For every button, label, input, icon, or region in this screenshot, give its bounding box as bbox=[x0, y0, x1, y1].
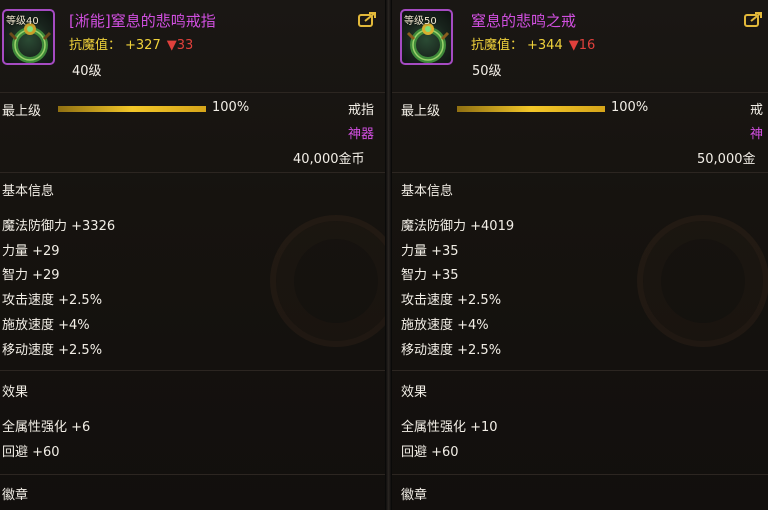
emblem-title: 徽章 bbox=[401, 488, 428, 503]
effect-title: 效果 bbox=[2, 385, 29, 400]
panel-separator bbox=[385, 0, 392, 510]
item-price: 40,000金币 bbox=[293, 152, 365, 167]
upgrade-progress-fill bbox=[457, 106, 605, 112]
item-tooltip-right: 等级50 窒息的悲鸣之戒 抗魔值： +344 ▼16 50级 最上级 100% 戒 … bbox=[392, 0, 768, 510]
stat-line: 智力 +29 bbox=[2, 268, 60, 283]
upgrade-progress-bar bbox=[58, 106, 206, 112]
stat-line: 魔法防御力 +4019 bbox=[401, 219, 515, 234]
item-rarity: 神器 bbox=[348, 127, 375, 142]
item-level: 50级 bbox=[472, 64, 502, 79]
effect-title: 效果 bbox=[401, 385, 428, 400]
max-level-label: 最上级 bbox=[401, 104, 441, 119]
background-emblem-watermark bbox=[637, 215, 768, 347]
magic-resist-value: +344 bbox=[527, 38, 563, 53]
stat-line: 移动速度 +2.5% bbox=[401, 343, 502, 358]
item-type: 戒指 bbox=[348, 103, 375, 118]
item-tooltip-left: 等级40 [淅能]窒息的悲鸣戒指 抗魔值： +327 ▼33 40级 最上级 100… bbox=[0, 0, 385, 510]
magic-resist-label: 抗魔值： bbox=[69, 38, 122, 53]
basic-info-title: 基本信息 bbox=[2, 184, 55, 199]
background-emblem-watermark bbox=[270, 215, 385, 347]
stat-line: 移动速度 +2.5% bbox=[2, 343, 103, 358]
divider bbox=[0, 92, 385, 93]
stat-line: 力量 +29 bbox=[2, 244, 60, 259]
divider bbox=[0, 474, 385, 475]
upgrade-progress-fill bbox=[58, 106, 206, 112]
emblem-title: 徽章 bbox=[2, 488, 29, 503]
divider bbox=[392, 370, 768, 371]
magic-resist-decrease: ▼33 bbox=[166, 38, 194, 53]
max-level-label: 最上级 bbox=[2, 104, 42, 119]
stat-line: 魔法防御力 +3326 bbox=[2, 219, 116, 234]
divider bbox=[392, 172, 768, 173]
share-icon[interactable] bbox=[358, 11, 377, 27]
upgrade-progress-bar bbox=[457, 106, 605, 112]
item-level: 40级 bbox=[72, 64, 102, 79]
magic-resist-row: 抗魔值： +327 ▼33 bbox=[69, 34, 193, 53]
item-type: 戒 bbox=[750, 103, 764, 118]
item-icon-frame: 等级50 bbox=[400, 9, 453, 65]
item-rarity: 神 bbox=[750, 127, 764, 142]
item-name: [淅能]窒息的悲鸣戒指 bbox=[69, 12, 216, 30]
effect-line: 回避 +60 bbox=[2, 445, 60, 460]
magic-resist-label: 抗魔值： bbox=[471, 38, 524, 53]
divider bbox=[392, 92, 768, 93]
stat-line: 智力 +35 bbox=[401, 268, 459, 283]
item-icon-frame: 等级40 bbox=[2, 9, 55, 65]
stat-line: 力量 +35 bbox=[401, 244, 459, 259]
upgrade-progress-text: 100% bbox=[212, 100, 250, 115]
basic-info-title: 基本信息 bbox=[401, 184, 454, 199]
effect-line: 回避 +60 bbox=[401, 445, 459, 460]
level-badge: 等级40 bbox=[6, 16, 39, 27]
upgrade-progress-text: 100% bbox=[611, 100, 649, 115]
stat-line: 施放速度 +4% bbox=[401, 318, 489, 333]
stat-line: 攻击速度 +2.5% bbox=[2, 293, 103, 308]
effect-line: 全属性强化 +10 bbox=[401, 420, 498, 435]
stat-line: 施放速度 +4% bbox=[2, 318, 90, 333]
magic-resist-decrease: ▼16 bbox=[568, 38, 596, 53]
divider bbox=[0, 370, 385, 371]
magic-resist-row: 抗魔值： +344 ▼16 bbox=[471, 34, 595, 53]
divider bbox=[0, 172, 385, 173]
item-price: 50,000金 bbox=[697, 152, 756, 167]
magic-resist-value: +327 bbox=[125, 38, 161, 53]
divider bbox=[392, 474, 768, 475]
level-badge: 等级50 bbox=[404, 16, 437, 27]
effect-line: 全属性强化 +6 bbox=[2, 420, 91, 435]
share-icon[interactable] bbox=[744, 11, 763, 27]
stat-line: 攻击速度 +2.5% bbox=[401, 293, 502, 308]
item-name: 窒息的悲鸣之戒 bbox=[471, 12, 577, 30]
